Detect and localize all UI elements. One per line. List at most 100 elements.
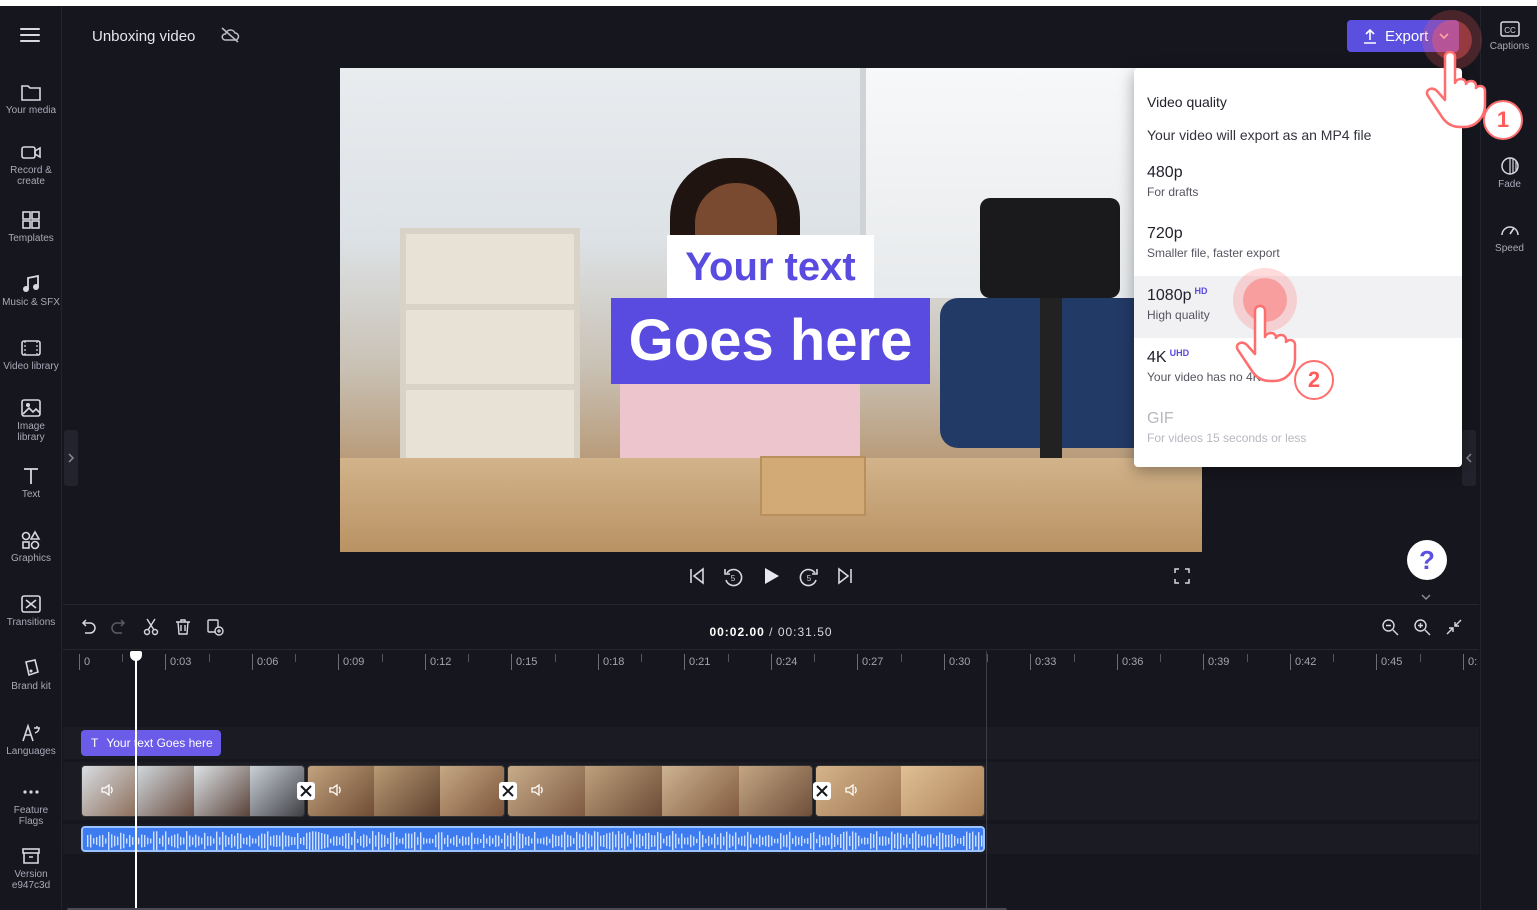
chevron-down-icon[interactable] (1420, 593, 1432, 601)
waveform-bar (615, 834, 617, 848)
nav-label: Your media (5, 105, 57, 116)
overlay-text-line-2[interactable]: Goes here (611, 298, 930, 384)
waveform-bar (393, 831, 395, 850)
playhead[interactable] (130, 651, 142, 910)
nav-label: Music & SFX (2, 297, 60, 308)
waveform-bar (255, 838, 257, 844)
volume-icon[interactable] (530, 783, 546, 797)
waveform-bar (687, 837, 689, 845)
left-panel-toggle[interactable] (64, 430, 78, 486)
waveform-bar (888, 837, 890, 845)
nav-transitions[interactable]: Transitions (0, 594, 62, 628)
nav-speed[interactable]: Speed (1481, 220, 1537, 254)
transition-marker[interactable] (499, 782, 517, 800)
waveform-bar (579, 833, 581, 849)
nav-graphics[interactable]: Graphics (0, 530, 62, 564)
waveform-bar (438, 832, 440, 850)
waveform-bar (783, 835, 785, 847)
ruler-minor-tick (1160, 654, 1161, 662)
volume-icon[interactable] (100, 783, 116, 797)
nav-your-media[interactable]: Your media (0, 82, 62, 116)
templates-icon (22, 211, 40, 229)
nav-brand-kit[interactable]: Brand kit (0, 658, 62, 692)
waveform-bar (426, 838, 428, 844)
nav-video-library[interactable]: Video library (0, 338, 62, 372)
nav-languages[interactable]: Languages (0, 723, 62, 757)
waveform-bar (609, 832, 611, 850)
text-clip[interactable]: T Your text Goes here (81, 730, 221, 756)
nav-label: Transitions (6, 617, 56, 628)
waveform-bar (285, 835, 287, 847)
waveform-bar (480, 838, 482, 844)
nav-feature-flags[interactable]: Feature Flags (0, 782, 62, 827)
clip-frame (585, 766, 662, 816)
rewind-5-icon[interactable]: 5 (722, 566, 744, 588)
waveform-bar (684, 837, 686, 845)
nav-image-library[interactable]: Image library (0, 398, 62, 443)
waveform-bar (381, 834, 383, 848)
waveform-bar (177, 833, 179, 849)
waveform-bar (354, 831, 356, 850)
forward-5-icon[interactable]: 5 (798, 566, 820, 588)
volume-icon[interactable] (844, 783, 860, 797)
volume-icon[interactable] (328, 783, 344, 797)
ruler-minor-tick (728, 654, 729, 662)
nav-text[interactable]: Text (0, 466, 62, 500)
transition-marker[interactable] (813, 782, 831, 800)
waveform-bar (303, 836, 305, 846)
fullscreen-icon[interactable] (1174, 568, 1190, 584)
skip-back-icon[interactable] (688, 566, 706, 586)
waveform-bar (132, 837, 134, 845)
right-panel-toggle[interactable] (1462, 430, 1476, 486)
waveform-bar (723, 836, 725, 846)
nav-music-sfx[interactable]: Music & SFX (0, 274, 62, 308)
nav-templates[interactable]: Templates (0, 210, 62, 244)
waveform-bar (147, 837, 149, 845)
nav-fade[interactable]: Fade (1481, 156, 1537, 190)
waveform-bar (522, 833, 524, 849)
uhd-badge: UHD (1169, 348, 1190, 358)
menu-icon[interactable] (20, 28, 40, 42)
nav-label: Templates (8, 233, 54, 244)
video-clip-3[interactable] (507, 765, 813, 817)
play-icon[interactable] (761, 566, 781, 586)
waveform-bar (918, 834, 920, 848)
ruler-minor-tick (382, 654, 383, 662)
video-clip-4[interactable] (815, 765, 985, 817)
project-title[interactable]: Unboxing video (92, 28, 195, 45)
timeline-panel: 00:02.00 / 00:31.50 0 0:03 0:06 0:09 0:1… (63, 604, 1479, 910)
waveform-bar (843, 831, 845, 850)
quality-option-720p[interactable]: 720p Smaller file, faster export (1134, 215, 1462, 277)
zoom-out-icon[interactable] (1381, 618, 1399, 636)
transition-marker[interactable] (297, 782, 315, 800)
waveform-bar (444, 837, 446, 845)
nav-record-create[interactable]: Record & create (0, 142, 62, 187)
waveform-bar (576, 831, 578, 850)
menu-heading: Video quality (1147, 94, 1227, 110)
audio-clip[interactable] (81, 826, 985, 852)
overlay-text-line-1[interactable]: Your text (667, 235, 874, 299)
waveform-bar (300, 837, 302, 845)
waveform-bar (858, 835, 860, 847)
waveform-bar (339, 837, 341, 845)
waveform-bar (894, 834, 896, 848)
waveform-bar (879, 836, 881, 846)
clip-frame (138, 766, 194, 816)
waveform-bar (738, 837, 740, 845)
skip-forward-icon[interactable] (836, 566, 854, 586)
quality-option-480p[interactable]: 480p For drafts (1134, 154, 1462, 216)
waveform-bar (264, 833, 266, 849)
waveform-bar (666, 836, 668, 846)
help-button[interactable]: ? (1407, 540, 1447, 580)
ruler-minor-tick (1247, 654, 1248, 662)
waveform-bar (759, 835, 761, 847)
waveform-bar (648, 832, 650, 850)
zoom-in-icon[interactable] (1413, 618, 1431, 636)
waveform-bar (885, 836, 887, 846)
waveform-bar (681, 833, 683, 849)
waveform-bar (837, 837, 839, 845)
waveform-bar (960, 837, 962, 845)
time-ruler[interactable]: 0 0:03 0:06 0:09 0:12 0:15 0:18 0:21 0:2… (63, 649, 1479, 677)
fit-timeline-icon[interactable] (1445, 618, 1463, 636)
waveform-bar (498, 835, 500, 847)
